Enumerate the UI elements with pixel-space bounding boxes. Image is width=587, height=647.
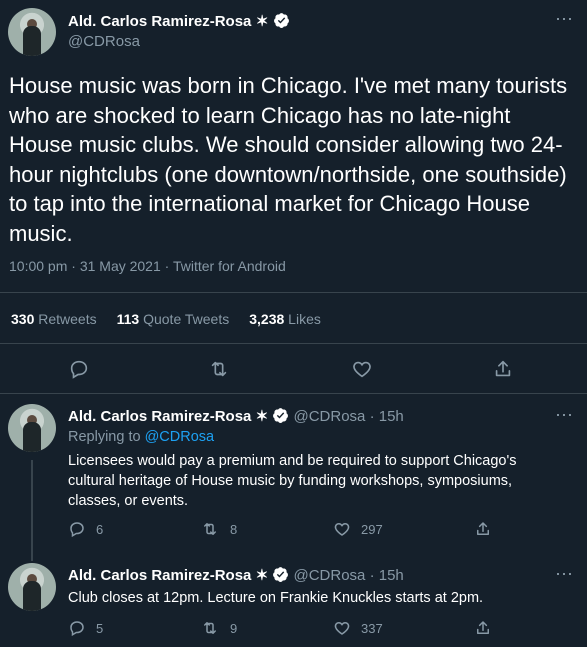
retweet-button[interactable]: 8 (200, 520, 237, 538)
reply-action-bar: 6 8 297 (0, 520, 587, 550)
reply-action-bar: 5 9 337 (0, 619, 587, 647)
tweet-stats: 330 Retweets 113 Quote Tweets 3,238 Like… (11, 311, 321, 327)
verified-badge-icon (273, 13, 289, 28)
share-icon (495, 360, 511, 377)
share-icon (477, 621, 489, 634)
author-handle[interactable]: @CDRosa (293, 567, 365, 584)
tweet-age[interactable]: · 15h (370, 408, 404, 425)
author-handle[interactable]: @CDRosa (68, 33, 140, 50)
main-action-bar (0, 356, 587, 386)
avatar[interactable] (8, 8, 56, 56)
like-count: 297 (361, 521, 383, 537)
avatar[interactable] (8, 404, 56, 452)
divider (0, 343, 587, 344)
author-line: Ald. Carlos Ramirez-Rosa ✶ (68, 12, 290, 31)
more-icon[interactable]: ⋯ (555, 565, 574, 583)
more-icon[interactable]: ⋯ (555, 10, 574, 28)
like-button[interactable] (351, 358, 373, 380)
retweet-count: 8 (230, 521, 238, 537)
quotes-stat[interactable]: 113 Quote Tweets (117, 311, 230, 327)
divider (0, 292, 587, 293)
reply-button[interactable] (68, 358, 90, 380)
divider (0, 393, 587, 394)
avatar[interactable] (8, 563, 56, 611)
like-icon (353, 361, 371, 378)
share-button[interactable] (492, 358, 514, 380)
reply-count: 6 (96, 521, 104, 537)
star-glyph: ✶ (255, 567, 269, 584)
share-icon (477, 522, 489, 535)
replying-to-link[interactable]: @CDRosa (145, 429, 215, 445)
star-glyph: ✶ (255, 13, 269, 30)
author-handle[interactable]: @CDRosa (293, 408, 365, 425)
tweet-text: Club closes at 12pm. Lecture on Frankie … (68, 590, 484, 606)
tweet-text: House music was born in Chicago. I've me… (9, 73, 568, 246)
author-name[interactable]: Ald. Carlos Ramirez-Rosa (68, 408, 251, 425)
reply-button[interactable]: 6 (68, 520, 103, 538)
reply-icon (70, 621, 84, 637)
verified-badge-icon (273, 408, 289, 423)
retweet-button[interactable] (207, 358, 231, 380)
like-button[interactable]: 337 (333, 619, 383, 637)
retweets-stat[interactable]: 330 Retweets (11, 311, 97, 327)
star-glyph: ✶ (255, 408, 269, 425)
tweet-timestamp[interactable]: 10:00 pm · 31 May 2021 · Twitter for And… (9, 258, 286, 274)
author-line: Ald. Carlos Ramirez-Rosa ✶ @CDRosa · 15h (68, 407, 404, 425)
author-name[interactable]: Ald. Carlos Ramirez-Rosa (68, 567, 251, 584)
like-button[interactable]: 297 (333, 520, 383, 538)
tweet-age[interactable]: · 15h (370, 567, 404, 584)
tweet-text: Licensees would pay a premium and be req… (68, 453, 517, 509)
replying-to: Replying to @CDRosa (68, 429, 215, 445)
author-line: Ald. Carlos Ramirez-Rosa ✶ @CDRosa · 15h (68, 566, 404, 584)
likes-stat[interactable]: 3,238 Likes (249, 311, 321, 327)
like-icon (334, 621, 350, 635)
share-button[interactable] (474, 520, 492, 538)
share-button[interactable] (474, 619, 492, 637)
like-icon (334, 522, 350, 536)
retweet-button[interactable]: 9 (200, 619, 237, 637)
more-icon[interactable]: ⋯ (555, 406, 574, 424)
verified-badge-icon (273, 567, 289, 582)
reply-icon (70, 522, 84, 538)
retweet-icon (211, 361, 227, 377)
reply-button[interactable]: 5 (68, 619, 103, 637)
retweet-count: 9 (230, 620, 238, 636)
author-name[interactable]: Ald. Carlos Ramirez-Rosa (68, 13, 251, 30)
reply-icon (70, 360, 88, 379)
like-count: 337 (361, 620, 383, 636)
reply-count: 5 (96, 620, 104, 636)
retweet-icon (204, 622, 216, 634)
retweet-icon (204, 523, 216, 535)
